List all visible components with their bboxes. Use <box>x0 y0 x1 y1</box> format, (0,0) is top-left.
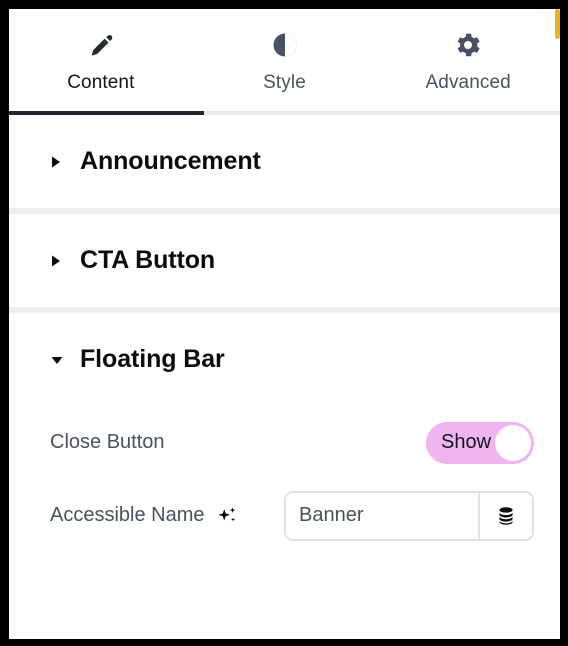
caret-right-icon <box>50 254 66 268</box>
caret-down-icon <box>50 354 66 366</box>
toggle-knob <box>495 424 531 461</box>
field-row-close-button: Close Button Show <box>9 406 560 479</box>
tab-style[interactable]: Style <box>193 9 377 111</box>
close-button-toggle-label: Show <box>441 431 492 453</box>
dynamic-value-button[interactable] <box>478 492 532 539</box>
tab-advanced[interactable]: Advanced <box>376 9 560 111</box>
section-header-floating-bar[interactable]: Floating Bar <box>9 313 560 406</box>
close-button-label: Close Button <box>50 431 165 453</box>
active-tab-indicator <box>9 111 204 115</box>
caret-right-icon <box>50 155 66 169</box>
database-icon <box>495 505 517 527</box>
settings-panel: Content Style Advanced Announcement CTA … <box>9 9 560 639</box>
field-row-accessible-name: Accessible Name <box>9 479 560 552</box>
contrast-icon <box>270 30 300 60</box>
section-title-cta-button: CTA Button <box>80 246 216 274</box>
section-body-floating-bar: Close Button Show Accessible Name <box>9 406 560 552</box>
accessible-name-input[interactable] <box>286 492 478 539</box>
section-header-cta-button[interactable]: CTA Button <box>9 214 560 307</box>
accessible-name-input-group <box>284 490 534 541</box>
sparkles-icon[interactable] <box>216 505 238 527</box>
section-title-announcement: Announcement <box>80 147 261 175</box>
gear-icon <box>453 30 483 60</box>
accessible-name-label: Accessible Name <box>50 504 205 526</box>
tab-style-label: Style <box>263 72 306 93</box>
tab-content[interactable]: Content <box>9 9 193 111</box>
pencil-icon <box>86 30 116 60</box>
editor-window-frame: Content Style Advanced Announcement CTA … <box>0 0 568 646</box>
panel-tab-bar: Content Style Advanced <box>9 9 560 115</box>
section-header-announcement[interactable]: Announcement <box>9 115 560 208</box>
close-button-toggle[interactable]: Show <box>426 421 534 464</box>
panel-scrollbar-thumb[interactable] <box>555 9 560 39</box>
tab-advanced-label: Advanced <box>425 72 511 93</box>
section-title-floating-bar: Floating Bar <box>80 345 225 373</box>
tab-content-label: Content <box>67 72 135 93</box>
accessible-name-label-group: Accessible Name <box>50 504 238 527</box>
